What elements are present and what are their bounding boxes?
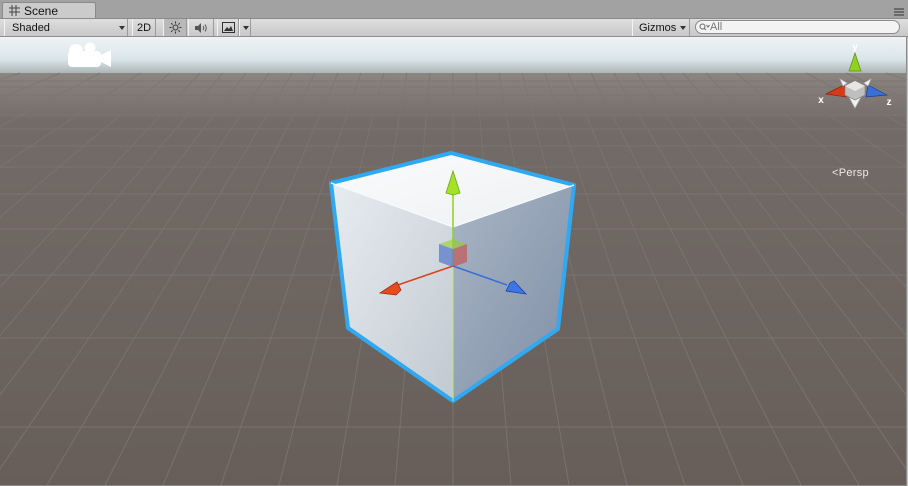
- gizmo-x-label: x: [818, 95, 824, 106]
- grid-icon: [9, 5, 20, 16]
- gizmo-z-label: z: [887, 97, 892, 108]
- scene-effects-button[interactable]: [217, 19, 239, 36]
- projection-label: Persp: [838, 167, 869, 179]
- chevron-down-icon: [243, 26, 249, 30]
- speaker-icon: [194, 22, 207, 33]
- chevron-down-icon: [680, 26, 686, 30]
- gizmo-y-label: y: [852, 42, 858, 53]
- search-icon: [699, 23, 710, 31]
- toggle-2d-label: 2D: [136, 21, 152, 34]
- sky: [0, 37, 906, 77]
- scene-viewport[interactable]: y x z a <Persp: [0, 37, 907, 486]
- scene-canvas[interactable]: y x z a: [0, 37, 906, 485]
- chevron-left-icon: <: [832, 167, 839, 179]
- image-icon: [221, 22, 235, 33]
- scene-audio-button[interactable]: [188, 19, 214, 36]
- panel-menu-icon[interactable]: [894, 8, 904, 16]
- projection-toggle[interactable]: <Persp: [832, 167, 869, 179]
- tab-bar: Scene: [0, 0, 908, 19]
- scene-search-input[interactable]: All: [695, 20, 900, 34]
- gizmos-dropdown[interactable]: Gizmos: [632, 19, 690, 36]
- gizmos-label: Gizmos: [639, 21, 677, 34]
- scene-lighting-button[interactable]: [163, 19, 187, 36]
- tab-label: Scene: [24, 3, 59, 18]
- sun-icon: [169, 21, 181, 34]
- shading-mode-label: Shaded: [12, 21, 50, 34]
- gizmo-lock-icon[interactable]: a: [888, 45, 893, 54]
- scene-effects-dropdown[interactable]: [239, 19, 251, 36]
- chevron-down-icon: [119, 26, 125, 30]
- search-placeholder: All: [710, 21, 723, 33]
- tab-scene[interactable]: Scene: [2, 2, 96, 18]
- toggle-2d-button[interactable]: 2D: [132, 19, 156, 36]
- shading-mode-dropdown[interactable]: Shaded: [4, 19, 128, 36]
